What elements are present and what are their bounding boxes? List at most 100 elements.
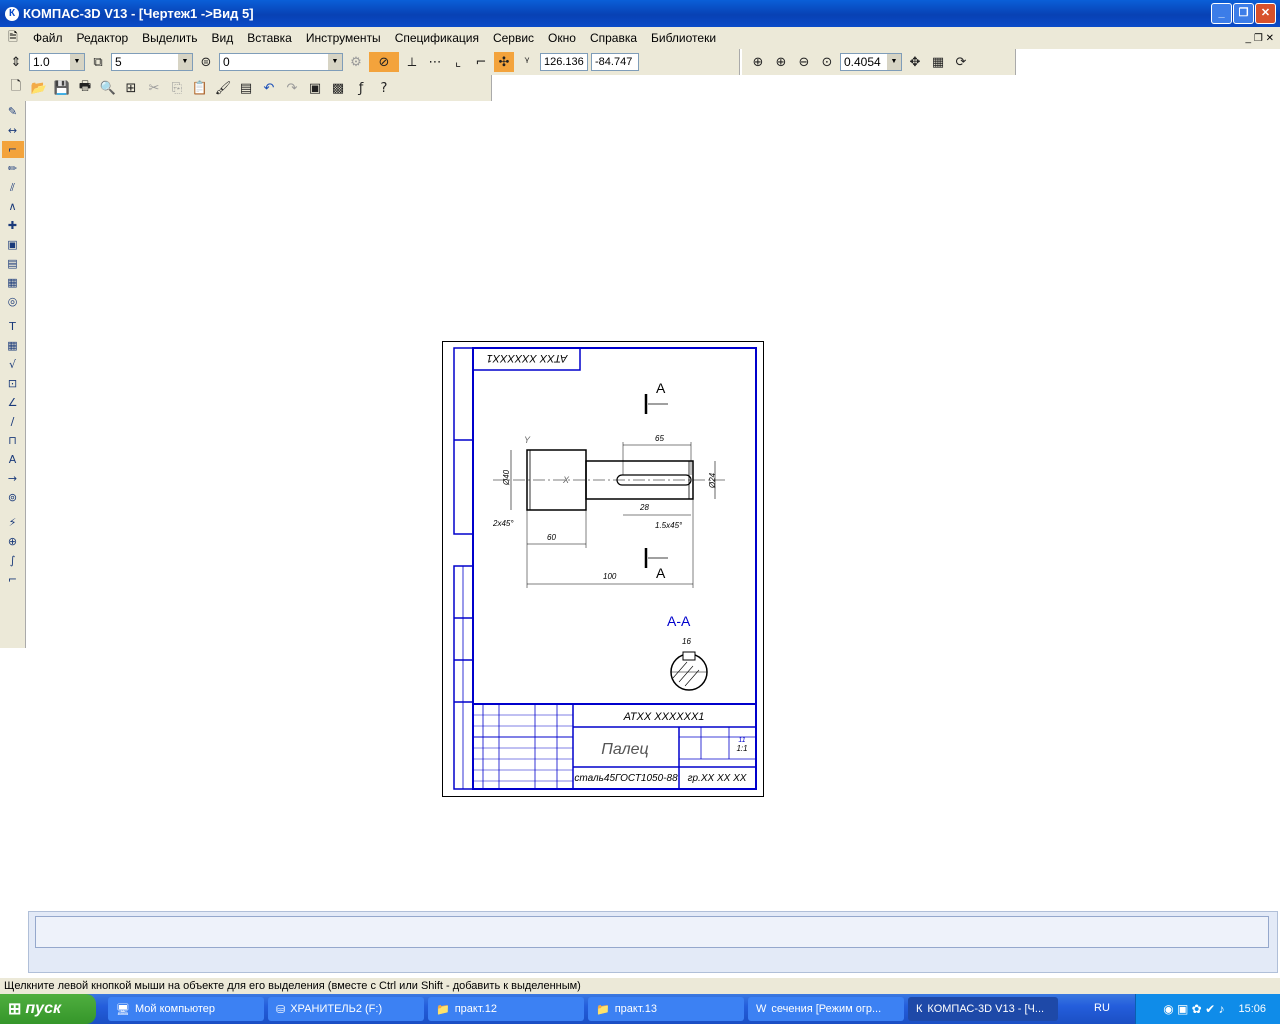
menu-service[interactable]: Сервис: [486, 31, 541, 45]
cut-line-icon[interactable]: A: [2, 451, 24, 468]
menu-select[interactable]: Выделить: [135, 31, 204, 45]
menu-file[interactable]: Файл: [26, 31, 70, 45]
spline-icon[interactable]: ∫: [2, 552, 24, 569]
specification-icon[interactable]: ▤: [2, 255, 24, 272]
undo-icon[interactable]: ↶: [259, 78, 279, 98]
select-icon[interactable]: ✚: [2, 217, 24, 234]
view-arrow-icon[interactable]: →: [2, 470, 24, 487]
associative-views-icon[interactable]: ▣: [2, 236, 24, 253]
dimensions-icon[interactable]: ↔: [2, 122, 24, 139]
document-icon[interactable]: 🗎: [0, 28, 26, 49]
task-my-computer[interactable]: 🖥 Мой компьютер: [108, 997, 264, 1021]
library-manager-icon[interactable]: ▣: [305, 78, 325, 98]
zoom-in-icon[interactable]: ⊕: [771, 52, 791, 72]
reports-icon[interactable]: ▦: [2, 274, 24, 291]
copy-properties-icon[interactable]: 🖌: [213, 78, 233, 98]
base-icon[interactable]: ⊡: [2, 375, 24, 392]
properties-list-icon[interactable]: ▤: [236, 78, 256, 98]
snap-icon[interactable]: ⊘: [369, 52, 399, 72]
zoom-out-icon[interactable]: ⊖: [794, 52, 814, 72]
new-document-icon[interactable]: 🗋: [6, 78, 26, 98]
restore-button[interactable]: ❐: [1233, 3, 1254, 24]
manager-icon[interactable]: ⊞: [121, 78, 141, 98]
step-icon[interactable]: ⇕: [6, 52, 26, 72]
task-word[interactable]: Wсечения [Режим огр...: [748, 997, 904, 1021]
variables-icon[interactable]: ▩: [328, 78, 348, 98]
task-folder-13[interactable]: 📁 практ.13: [588, 997, 744, 1021]
ortho-icon[interactable]: ⌞: [448, 52, 468, 72]
tray-icons[interactable]: ◉ ▣ ✿ ✔ ♪: [1163, 1002, 1224, 1016]
properties-field[interactable]: [35, 916, 1269, 948]
drawing-sheet[interactable]: АТХХ ХХХХХХ1 X Y 65 Ø40 Ø24 28 2х45° 1.5…: [442, 341, 764, 797]
redo-icon[interactable]: ↷: [282, 78, 302, 98]
pan-icon[interactable]: ✥: [905, 52, 925, 72]
fx-icon[interactable]: ƒ: [351, 78, 371, 98]
break-icon[interactable]: ⌐: [2, 571, 24, 588]
wave-icon[interactable]: ⚡: [2, 514, 24, 531]
zoom-combo[interactable]: 0.4054 ▼: [840, 53, 902, 71]
menu-specification[interactable]: Спецификация: [388, 31, 486, 45]
properties-icon[interactable]: ⚙: [346, 52, 366, 72]
menu-insert[interactable]: Вставка: [240, 31, 299, 45]
preview-icon[interactable]: 🔍: [98, 78, 118, 98]
copy-icon[interactable]: ⎘: [167, 78, 187, 98]
save-icon[interactable]: 💾: [52, 78, 72, 98]
geometry-icon[interactable]: ✎: [2, 103, 24, 120]
paste-icon[interactable]: 📋: [190, 78, 210, 98]
menu-editor[interactable]: Редактор: [70, 31, 136, 45]
insert-icon[interactable]: ◎: [2, 293, 24, 310]
close-button[interactable]: ✕: [1255, 3, 1276, 24]
step-combo[interactable]: 1.0 ▼: [29, 53, 85, 71]
edit-icon[interactable]: ✏: [2, 160, 24, 177]
layer-combo[interactable]: 0 ▼: [219, 53, 343, 71]
grid-icon[interactable]: ⋯: [425, 52, 445, 72]
zoom-window-icon[interactable]: ⊕: [748, 52, 768, 72]
show-all-icon[interactable]: ▦: [928, 52, 948, 72]
menu-view[interactable]: Вид: [205, 31, 241, 45]
view-icon[interactable]: ⧉: [88, 52, 108, 72]
mdi-controls[interactable]: _ ❐ ✕: [1246, 33, 1274, 44]
task-folder-12[interactable]: 📁 практ.12: [428, 997, 584, 1021]
refresh-icon[interactable]: ⟳: [951, 52, 971, 72]
minimize-button[interactable]: _: [1211, 3, 1232, 24]
chevron-down-icon[interactable]: ▼: [887, 54, 901, 70]
open-icon[interactable]: 📂: [29, 78, 49, 98]
menu-help[interactable]: Справка: [583, 31, 644, 45]
coords-icon: ᵞ: [524, 54, 530, 70]
sheet-number: 11: [738, 737, 745, 744]
chevron-down-icon[interactable]: ▼: [328, 54, 342, 70]
task-drive[interactable]: ⛁ ХРАНИТЕЛЬ2 (F:): [268, 997, 424, 1021]
help-icon[interactable]: ?: [374, 78, 394, 98]
local-cs-icon[interactable]: ⟂: [402, 52, 422, 72]
coord-x-field[interactable]: 126.136: [540, 53, 588, 71]
cut-icon[interactable]: ✂: [144, 78, 164, 98]
round-icon[interactable]: ✣: [494, 52, 514, 72]
standard-toolbar: 🗋 📂 💾 🖶 🔍 ⊞ ✂ ⎘ 📋 🖌 ▤ ↶ ↷ ▣ ▩ ƒ ?: [0, 75, 492, 101]
start-button[interactable]: ⊞ пуск: [0, 994, 96, 1024]
text-icon[interactable]: T: [2, 318, 24, 335]
ortho-mode-icon[interactable]: ⌐: [471, 52, 491, 72]
task-kompas[interactable]: К КОМПАС-3D V13 - [Ч...: [908, 997, 1058, 1021]
chevron-down-icon[interactable]: ▼: [70, 54, 84, 70]
menu-window[interactable]: Окно: [541, 31, 583, 45]
parametrization-icon[interactable]: ⫽: [2, 179, 24, 196]
chevron-down-icon[interactable]: ▼: [178, 54, 192, 70]
tolerance-icon[interactable]: ⊓: [2, 432, 24, 449]
coord-y-field[interactable]: -84.747: [591, 53, 639, 71]
measure-icon[interactable]: ∧: [2, 198, 24, 215]
roughness-icon[interactable]: √: [2, 356, 24, 373]
clock[interactable]: 15:06: [1238, 1003, 1266, 1015]
center-icon[interactable]: ⊕: [2, 533, 24, 550]
print-icon[interactable]: 🖶: [75, 78, 95, 98]
menu-libraries[interactable]: Библиотеки: [644, 31, 723, 45]
leader-icon[interactable]: ∠: [2, 394, 24, 411]
menu-tools[interactable]: Инструменты: [299, 31, 388, 45]
table-icon[interactable]: ▦: [2, 337, 24, 354]
view-combo[interactable]: 5 ▼: [111, 53, 193, 71]
remote-element-icon[interactable]: ⊚: [2, 489, 24, 506]
designations-icon[interactable]: ⌐: [1, 141, 24, 158]
language-indicator[interactable]: RU: [1094, 1002, 1110, 1014]
zoom-scale-icon[interactable]: ⊙: [817, 52, 837, 72]
marking-icon[interactable]: ∕: [2, 413, 24, 430]
layer-icon[interactable]: ⊜: [196, 52, 216, 72]
